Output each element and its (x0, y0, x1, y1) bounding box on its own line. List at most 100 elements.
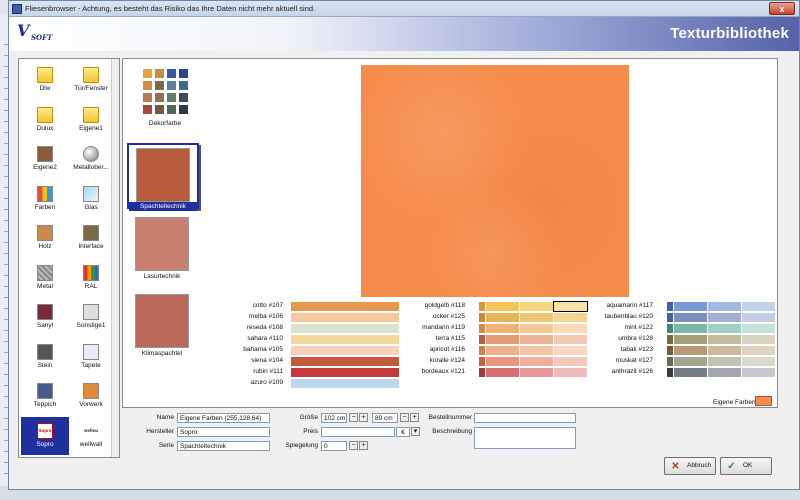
color-swatch[interactable] (479, 324, 485, 333)
preis-field[interactable] (321, 427, 395, 437)
color-swatch[interactable] (479, 302, 485, 311)
dialog-titlebar[interactable]: Fliesenbrowser - Achtung, es besteht das… (9, 1, 799, 17)
category-sonstige1[interactable]: Sonstige1 (67, 298, 115, 336)
category-sanyl[interactable]: Sanyl (21, 298, 69, 336)
category-eigene2[interactable]: Eigene2 (21, 140, 69, 178)
groesse-width-plus-button[interactable]: + (359, 413, 368, 422)
texture-dekorfarbe[interactable]: Dekorfarbe (135, 65, 195, 127)
category-wellwall[interactable]: wellwallwellwall (67, 417, 115, 455)
color-swatch[interactable] (479, 313, 485, 322)
eigene-farben-swatch[interactable] (755, 396, 772, 406)
category-sopro[interactable]: Sopro Sopro (21, 416, 69, 455)
hersteller-field[interactable]: Sopro (177, 427, 270, 437)
color-swatch[interactable] (520, 335, 553, 344)
category-metallober[interactable]: Metallober... (67, 140, 115, 178)
color-swatch[interactable] (486, 335, 519, 344)
color-swatch[interactable] (674, 324, 707, 333)
color-swatch[interactable] (674, 335, 707, 344)
color-swatch[interactable] (742, 346, 775, 355)
category-dlw[interactable]: Dlw (21, 61, 69, 99)
close-button[interactable]: x (769, 2, 795, 15)
color-swatch[interactable] (742, 335, 775, 344)
color-swatch[interactable] (674, 368, 707, 377)
color-swatch[interactable] (520, 324, 553, 333)
groesse-height-minus-button[interactable]: − (400, 413, 409, 422)
color-swatch[interactable] (486, 368, 519, 377)
category-glas[interactable]: Glas (67, 180, 115, 218)
color-swatch[interactable] (291, 379, 399, 388)
color-swatch[interactable] (479, 346, 485, 355)
groesse-width-minus-button[interactable]: − (349, 413, 358, 422)
groesse-height-field[interactable]: 89 cm (372, 413, 398, 423)
color-swatch[interactable] (742, 357, 775, 366)
color-swatch[interactable] (674, 346, 707, 355)
texture-klimaspachtel[interactable]: Klimaspachtel (131, 294, 193, 357)
color-swatch[interactable] (708, 335, 741, 344)
spiegelung-minus-button[interactable]: − (349, 441, 358, 450)
texture-spachteltechnik[interactable]: Spachteltechnik (127, 143, 199, 211)
color-swatch[interactable] (708, 313, 741, 322)
serie-field[interactable]: Spachteltechnik (177, 441, 270, 451)
color-swatch[interactable] (486, 324, 519, 333)
color-swatch[interactable] (667, 346, 673, 355)
color-swatch[interactable] (486, 346, 519, 355)
color-swatch[interactable] (667, 357, 673, 366)
color-swatch[interactable] (667, 302, 673, 311)
color-swatch[interactable] (742, 324, 775, 333)
category-list[interactable]: Dlw Tür/Fenster Dulux Eigene1 Eigene2 Metallo… (18, 58, 120, 458)
ok-button[interactable]: ✓ OK (720, 457, 772, 475)
color-swatch[interactable] (486, 313, 519, 322)
color-swatch[interactable] (291, 368, 399, 377)
color-swatch[interactable] (742, 313, 775, 322)
beschreibung-field[interactable] (474, 427, 576, 449)
color-swatch[interactable] (708, 357, 741, 366)
color-swatch[interactable] (486, 357, 519, 366)
color-swatch[interactable] (291, 357, 399, 366)
color-swatch[interactable] (520, 302, 553, 311)
category-interface[interactable]: Interface (67, 219, 115, 257)
color-swatch[interactable] (520, 357, 553, 366)
color-swatch[interactable] (291, 335, 399, 344)
texture-lasurtechnik[interactable]: Lasurtechnik (131, 217, 193, 280)
color-swatch[interactable] (667, 313, 673, 322)
color-swatch[interactable] (291, 313, 399, 322)
color-swatch[interactable] (520, 346, 553, 355)
spiegelung-field[interactable]: 0 (321, 441, 347, 451)
color-swatch[interactable] (479, 335, 485, 344)
color-swatch[interactable] (667, 335, 673, 344)
name-field[interactable]: Eigene Farben (255,128,64) (177, 413, 270, 423)
color-swatch[interactable] (674, 357, 707, 366)
category-teppich[interactable]: Teppich (21, 377, 69, 415)
color-swatch[interactable] (479, 357, 485, 366)
color-swatch[interactable] (667, 368, 673, 377)
color-swatch[interactable] (708, 346, 741, 355)
currency-dropdown-arrow-icon[interactable]: ▾ (411, 427, 420, 436)
color-swatch[interactable] (667, 324, 673, 333)
category-t-r-fenster[interactable]: Tür/Fenster (67, 61, 115, 99)
category-farben[interactable]: Farben (21, 180, 69, 218)
currency-select[interactable]: € (396, 427, 410, 437)
color-swatch[interactable] (520, 313, 553, 322)
color-swatch[interactable] (674, 313, 707, 322)
color-swatch[interactable] (291, 302, 399, 311)
cancel-button[interactable]: ✕ Abbruch (664, 457, 716, 475)
category-eigene1[interactable]: Eigene1 (67, 101, 115, 139)
color-swatch[interactable] (742, 368, 775, 377)
color-swatch[interactable] (674, 302, 707, 311)
color-swatch[interactable] (708, 324, 741, 333)
color-swatch[interactable] (708, 368, 741, 377)
color-swatch[interactable] (742, 302, 775, 311)
category-ral[interactable]: RAL (67, 259, 115, 297)
bestellnummer-field[interactable] (474, 413, 576, 423)
category-holz[interactable]: Holz (21, 219, 69, 257)
groesse-width-field[interactable]: 102 cm (321, 413, 347, 423)
color-swatch[interactable] (486, 302, 519, 311)
category-stein[interactable]: Stein (21, 338, 69, 376)
category-dulux[interactable]: Dulux (21, 101, 69, 139)
color-swatch[interactable] (520, 368, 553, 377)
color-swatch[interactable] (708, 302, 741, 311)
spiegelung-plus-button[interactable]: + (359, 441, 368, 450)
category-vorwerk[interactable]: Vorwerk (67, 377, 115, 415)
color-swatch[interactable] (479, 368, 485, 377)
category-tapete[interactable]: Tapete (67, 338, 115, 376)
